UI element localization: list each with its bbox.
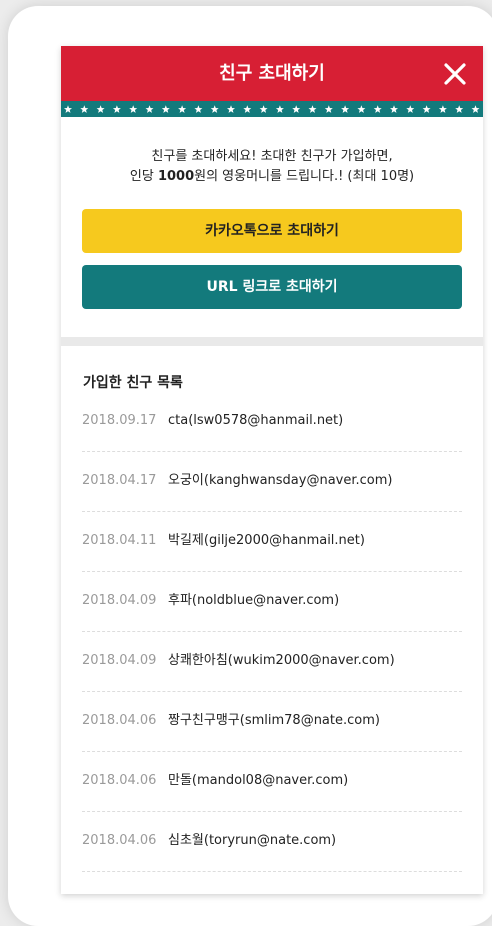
star-icon (390, 105, 398, 113)
star-icon (455, 105, 464, 113)
friend-name-email: 심초월(toryrun@nate.com) (168, 833, 337, 848)
star-icon (227, 105, 235, 113)
join-date: 2018.04.09 (82, 653, 157, 668)
star-icon (438, 105, 447, 113)
friend-name-email: 후파(noldblue@naver.com) (168, 593, 340, 608)
friend-row: 2018.04.09 후파(noldblue@naver.com) (82, 572, 462, 632)
star-icon (357, 105, 366, 113)
joined-friends-title: 가입한 친구 목록 (83, 375, 183, 391)
star-icon (80, 105, 89, 113)
join-date: 2018.04.17 (82, 473, 157, 488)
star-icon (243, 105, 252, 113)
star-icon (96, 105, 105, 113)
close-button[interactable] (441, 60, 469, 88)
star-icon (64, 105, 72, 113)
star-icon (422, 105, 431, 113)
friend-name-email: 짱구친구맹구(smlim78@nate.com) (168, 713, 380, 728)
reward-amount: 1000 (157, 169, 195, 184)
friend-row: 2018.04.11 박길제(gilje2000@hanmail.net) (82, 512, 462, 572)
star-border-strip (61, 101, 483, 117)
section-divider (61, 337, 483, 346)
star-icon (275, 105, 284, 113)
friend-row: 2018.04.17 오궁이(kanghwansday@naver.com) (82, 452, 462, 512)
friend-name-email: 만돌(mandol08@naver.com) (168, 773, 349, 788)
star-pattern (64, 105, 480, 113)
star-icon (471, 105, 480, 113)
device-frame: 친구 초대하기 친구를 초대하세요! 초대한 친구가 가입하면, 인당 1000… (8, 6, 492, 926)
invite-friends-modal: 친구 초대하기 친구를 초대하세요! 초대한 친구가 가입하면, 인당 1000… (61, 46, 483, 894)
star-icon (194, 105, 203, 113)
friend-row: 2018.04.06 심초월(toryrun@nate.com) (82, 812, 462, 872)
description-line-2: 인당 1000원의 영웅머니를 드립니다.! (최대 10명) (71, 167, 473, 187)
join-date: 2018.04.09 (82, 593, 157, 608)
star-icon (373, 105, 382, 113)
star-icon (259, 105, 268, 113)
kakaotalk-invite-button[interactable]: 카카오톡으로 초대하기 (82, 209, 462, 253)
friend-row: 2018.04.09 상쾌한아침(wukim2000@naver.com) (82, 632, 462, 692)
url-link-invite-button[interactable]: URL 링크로 초대하기 (82, 265, 462, 309)
star-icon (406, 105, 415, 113)
star-icon (308, 105, 317, 113)
friend-name-email: cta(lsw0578@hanmail.net) (168, 413, 344, 428)
modal-title: 친구 초대하기 (219, 63, 325, 84)
join-date: 2018.04.06 (82, 773, 157, 788)
join-date: 2018.04.06 (82, 713, 157, 728)
close-x-icon (444, 63, 466, 85)
invite-description: 친구를 초대하세요! 초대한 친구가 가입하면, 인당 1000원의 영웅머니를… (61, 117, 483, 187)
description-suffix: 원의 영웅머니를 드립니다.! (최대 10명) (194, 169, 415, 184)
friend-row: 2018.09.17 cta(lsw0578@hanmail.net) (82, 392, 462, 452)
star-icon (145, 105, 154, 113)
star-icon (292, 105, 301, 113)
modal-header: 친구 초대하기 (61, 46, 483, 101)
description-prefix: 인당 (129, 169, 158, 184)
friend-name-email: 상쾌한아침(wukim2000@naver.com) (168, 653, 395, 668)
star-icon (324, 105, 333, 113)
star-icon (341, 105, 350, 113)
join-date: 2018.09.17 (82, 413, 157, 428)
friend-row: 2018.04.06 만돌(mandol08@naver.com) (82, 752, 462, 812)
join-date: 2018.04.06 (82, 833, 157, 848)
friend-name-email: 오궁이(kanghwansday@naver.com) (168, 473, 393, 488)
star-icon (129, 105, 138, 113)
friend-name-email: 박길제(gilje2000@hanmail.net) (168, 533, 365, 548)
star-icon (161, 105, 170, 113)
description-line-1: 친구를 초대하세요! 초대한 친구가 가입하면, (151, 149, 393, 164)
joined-friends-list: 2018.09.17 cta(lsw0578@hanmail.net) 2018.0… (82, 392, 462, 872)
friend-row: 2018.04.06 짱구친구맹구(smlim78@nate.com) (82, 692, 462, 752)
join-date: 2018.04.11 (82, 533, 157, 548)
star-icon (210, 105, 219, 113)
star-icon (178, 105, 187, 113)
star-icon (112, 105, 121, 113)
